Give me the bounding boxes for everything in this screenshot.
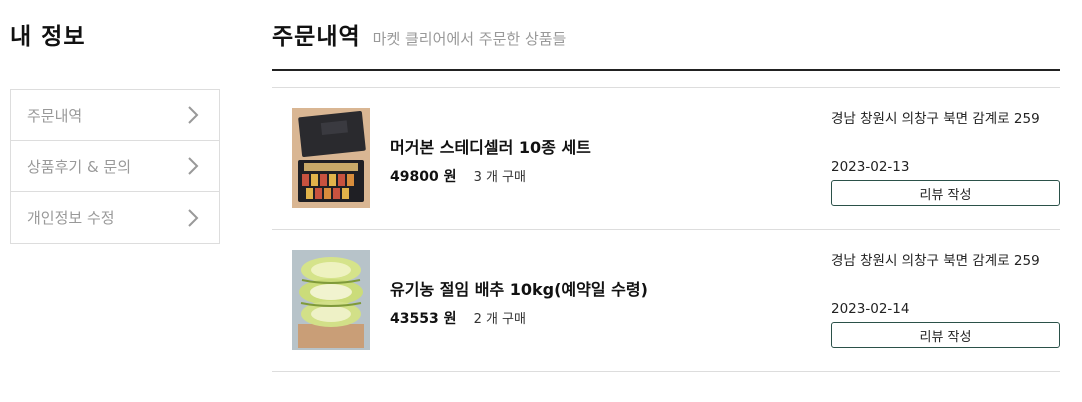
- sidebar-item-label: 주문내역: [27, 106, 83, 125]
- product-price: 49800 원: [390, 169, 457, 185]
- order-date: 2023-02-13: [831, 159, 910, 175]
- write-review-button[interactable]: 리뷰 작성: [831, 180, 1060, 206]
- sidebar-item-orders[interactable]: 주문내역: [11, 90, 219, 141]
- product-name[interactable]: 머거본 스테디셀러 10종 세트: [390, 134, 591, 158]
- product-image[interactable]: [292, 108, 370, 208]
- write-review-button[interactable]: 리뷰 작성: [831, 322, 1060, 348]
- page-header: 주문내역 마켓 클리어에서 주문한 상품들: [272, 17, 566, 51]
- order-row: 머거본 스테디셀러 10종 세트 49800 원 3 개 구매 경남 창원시 의…: [272, 88, 1060, 230]
- chevron-right-icon: [188, 106, 199, 124]
- sidebar-item-reviews[interactable]: 상품후기 & 문의: [11, 141, 219, 192]
- purchase-quantity: 2 개 구매: [473, 312, 526, 327]
- delivery-address: 경남 창원시 의창구 북면 감계로 259: [831, 111, 1040, 127]
- product-price: 43553 원: [390, 311, 457, 327]
- sidebar-item-label: 개인정보 수정: [27, 209, 115, 227]
- sidebar-item-profile[interactable]: 개인정보 수정: [11, 192, 219, 243]
- sidebar-menu: 주문내역 상품후기 & 문의 개인정보 수정: [10, 89, 220, 244]
- price-row: 43553 원 2 개 구매: [390, 308, 526, 328]
- price-row: 49800 원 3 개 구매: [390, 166, 526, 186]
- sidebar-item-label: 상품후기 & 문의: [27, 157, 132, 176]
- page-subtitle: 마켓 클리어에서 주문한 상품들: [372, 30, 567, 48]
- delivery-address: 경남 창원시 의창구 북면 감계로 259: [831, 253, 1040, 269]
- sidebar-title: 내 정보: [10, 24, 86, 50]
- page-title: 주문내역: [272, 24, 361, 50]
- order-divider: [272, 371, 1060, 372]
- product-image[interactable]: [292, 250, 370, 350]
- order-row: 유기농 절임 배추 10kg(예약일 수령) 43553 원 2 개 구매 경남…: [272, 230, 1060, 372]
- chevron-right-icon: [188, 157, 199, 175]
- order-date: 2023-02-14: [831, 301, 910, 317]
- header-divider: [272, 69, 1060, 71]
- chevron-right-icon: [188, 208, 199, 227]
- product-name[interactable]: 유기농 절임 배추 10kg(예약일 수령): [390, 276, 648, 300]
- purchase-quantity: 3 개 구매: [473, 170, 526, 185]
